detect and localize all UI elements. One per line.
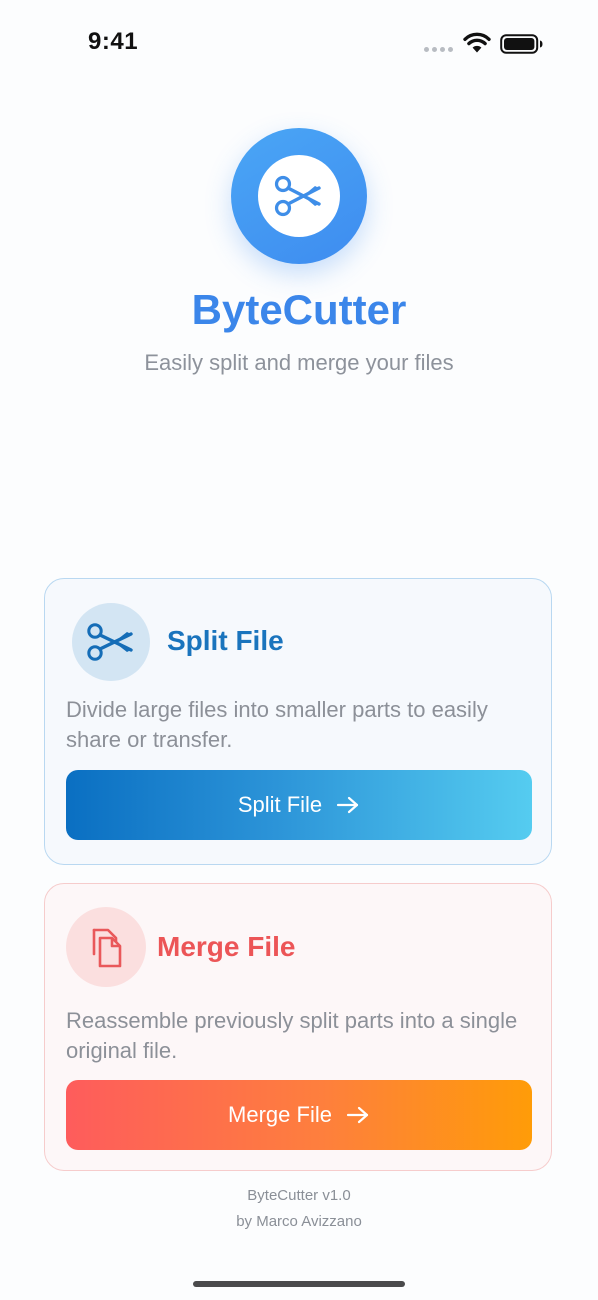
split-card-title: Split File — [167, 625, 284, 656]
app-logo — [231, 128, 367, 264]
app-screen: 9:41 ByteCutter Easily split and merge y… — [0, 0, 598, 1300]
merge-card-title: Merge File — [157, 931, 296, 962]
app-title: ByteCutter — [191, 286, 407, 333]
arrow-right-icon — [346, 1106, 370, 1124]
status-time: 9:41 — [88, 28, 139, 55]
documents-icon — [66, 907, 146, 987]
footer-version: ByteCutter v1.0 — [247, 1187, 351, 1204]
split-file-card: Split File Divide large files into small… — [44, 578, 552, 865]
split-file-button[interactable]: Split File — [66, 770, 532, 840]
scissors-icon — [258, 155, 340, 237]
cellular-dots-icon — [424, 47, 453, 52]
merge-file-card: Merge File Reassemble previously split p… — [44, 883, 552, 1171]
scissors-icon — [72, 603, 150, 681]
battery-icon — [500, 34, 544, 59]
arrow-right-icon — [336, 796, 360, 814]
merge-file-button-label: Merge File — [228, 1102, 332, 1127]
footer-author: by Marco Avizzano — [236, 1213, 362, 1230]
merge-card-description: Reassemble previously split parts into a… — [66, 1008, 518, 1063]
home-indicator[interactable] — [193, 1281, 405, 1287]
split-file-button-label: Split File — [237, 792, 323, 817]
merge-file-button[interactable]: Merge File — [66, 1080, 532, 1150]
wifi-icon — [462, 32, 492, 59]
split-card-description: Divide large files into smaller parts to… — [66, 697, 488, 752]
app-subtitle: Easily split and merge your files — [144, 350, 454, 375]
